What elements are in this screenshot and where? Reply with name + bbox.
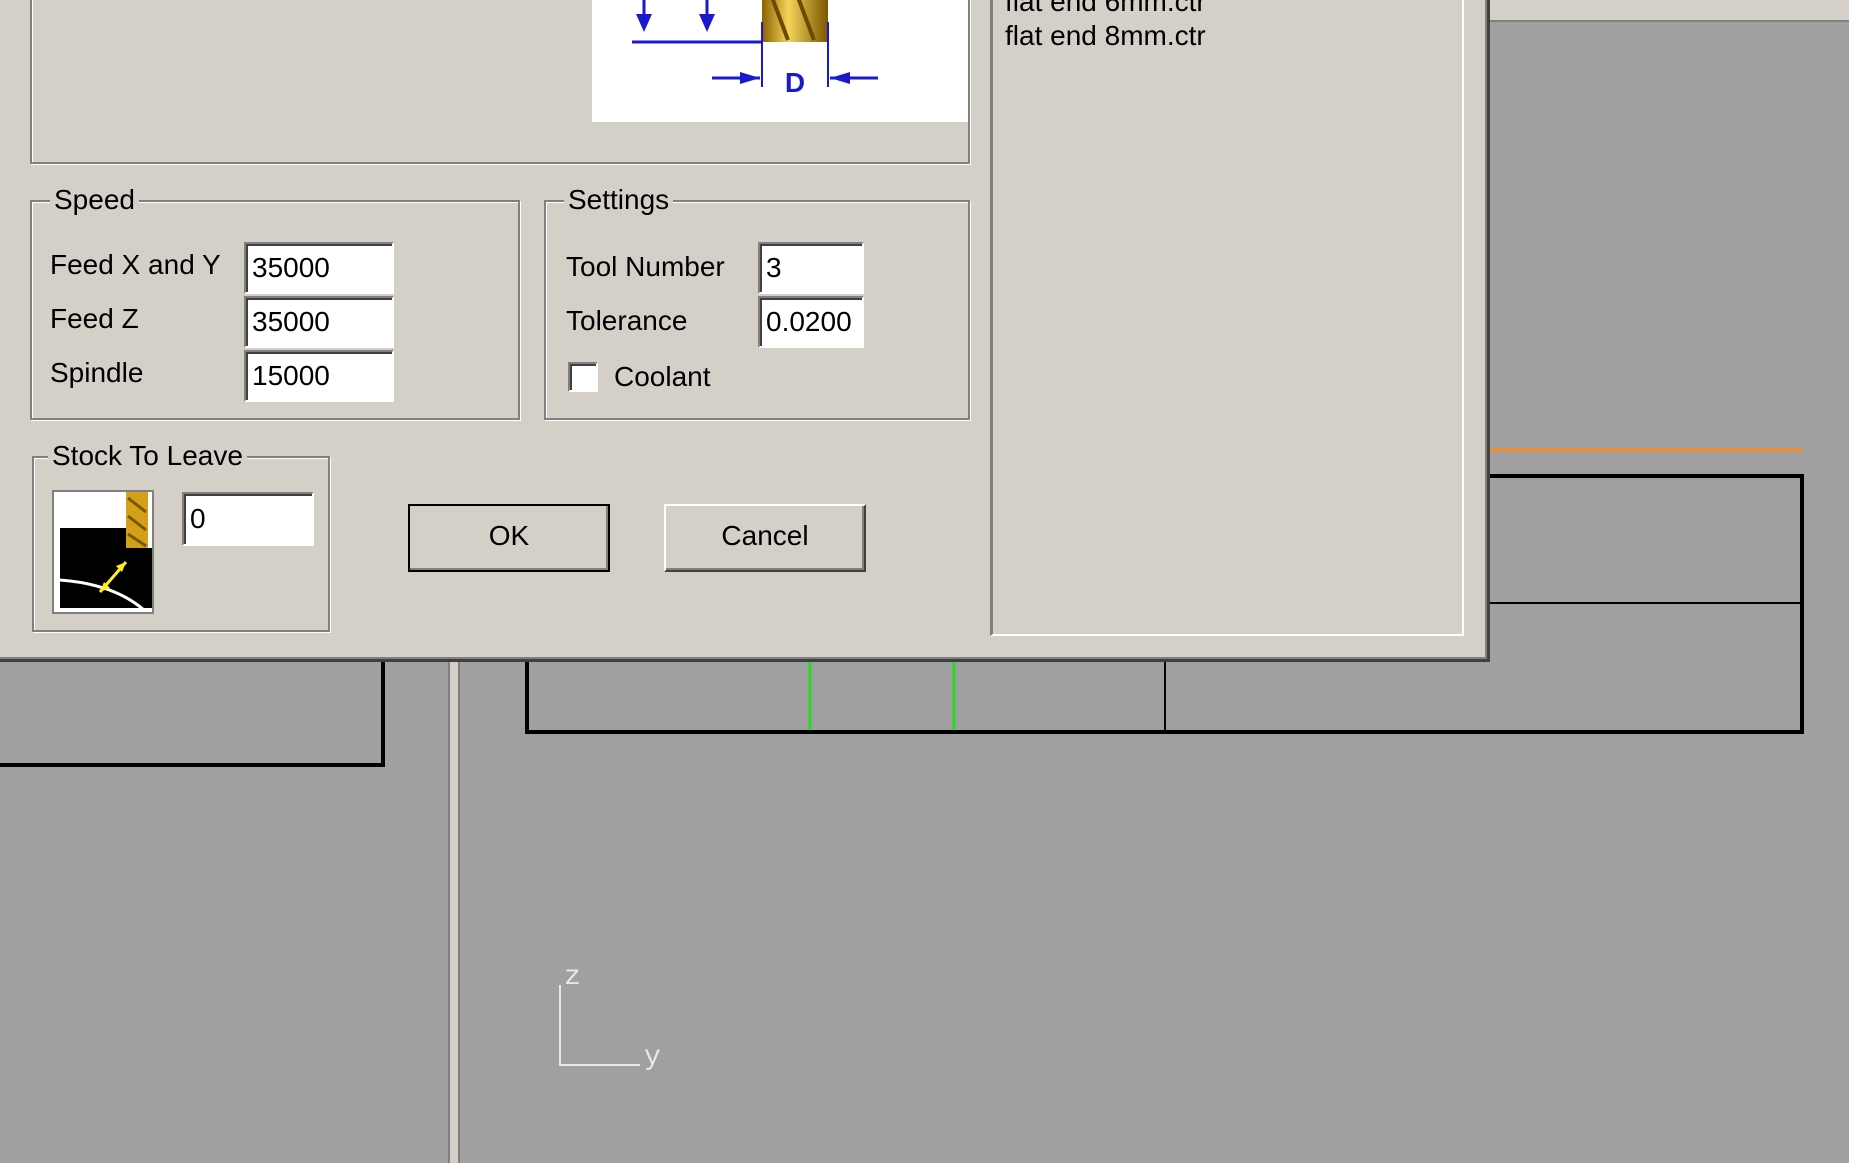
tool-number-input[interactable] xyxy=(758,242,864,294)
viewport-splitter[interactable] xyxy=(448,660,460,1163)
list-item[interactable]: flat end 8mm.ctr xyxy=(1005,20,1206,52)
dimension-label-d: D xyxy=(785,67,805,98)
end-mill-diagram-icon: D xyxy=(632,0,878,98)
axis-indicator xyxy=(559,985,640,1066)
settings-group: Settings Tool Number Tolerance Coolant xyxy=(544,184,970,420)
list-item[interactable]: flat end 6mm.ctr xyxy=(1005,0,1206,18)
coolant-label[interactable]: Coolant xyxy=(614,360,711,394)
coolant-checkbox[interactable] xyxy=(568,362,598,392)
speed-group: Speed Feed X and Y Feed Z Spindle xyxy=(30,184,520,420)
feed-xy-input[interactable] xyxy=(244,242,394,294)
tool-diagram: D xyxy=(592,0,968,122)
axis-label-z: z xyxy=(564,962,581,993)
axis-label-y: y xyxy=(644,1042,661,1073)
feed-z-input[interactable] xyxy=(244,296,394,348)
feed-z-label: Feed Z xyxy=(50,303,139,334)
tool-number-label: Tool Number xyxy=(566,251,725,282)
tolerance-label: Tolerance xyxy=(566,305,688,336)
spindle-label: Spindle xyxy=(50,357,144,388)
left-part-outline xyxy=(0,662,385,767)
tool-file-list[interactable]: flat end 6mm.ctr flat end 8mm.ctr xyxy=(990,0,1464,636)
speed-group-title: Speed xyxy=(50,184,139,216)
feed-xy-label: Feed X and Y xyxy=(50,249,221,280)
stock-to-leave-picture xyxy=(52,490,154,614)
stock-group-title: Stock To Leave xyxy=(48,440,247,472)
tool-settings-dialog: D Speed Feed X and Y Feed Z Spindle Sett… xyxy=(0,0,1490,662)
cancel-button[interactable]: Cancel xyxy=(664,504,866,572)
stock-offset-icon xyxy=(54,492,152,612)
tool-group: D xyxy=(30,0,970,164)
spindle-input[interactable] xyxy=(244,350,394,402)
ok-button[interactable]: OK xyxy=(408,504,610,572)
stock-to-leave-input[interactable] xyxy=(182,492,314,546)
settings-group-title: Settings xyxy=(564,184,674,216)
tolerance-input[interactable] xyxy=(758,296,864,348)
